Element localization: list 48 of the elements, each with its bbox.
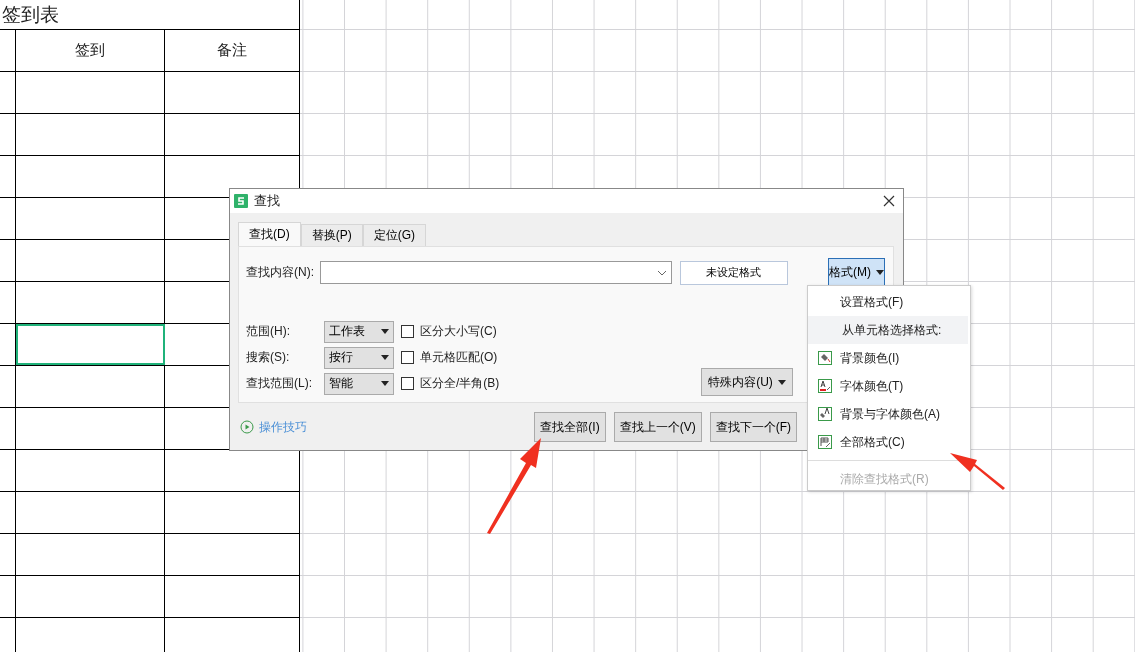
find-combobox[interactable] (320, 261, 673, 284)
checkbox-label: 区分大小写(C) (420, 323, 497, 340)
checkbox[interactable] (401, 325, 414, 338)
checkbox-label: 单元格匹配(O) (420, 349, 498, 366)
tab[interactable]: 替换(P) (300, 224, 363, 246)
menu-item[interactable]: 全部格式(C) (808, 428, 968, 456)
paint-bucket-icon (818, 351, 832, 365)
format-grid-icon (818, 435, 832, 449)
option-label: 范围(H): (246, 323, 291, 340)
selected-cell[interactable] (16, 324, 165, 365)
font-color-icon (818, 379, 832, 393)
dialog-button[interactable]: 查找上一个(V) (613, 412, 702, 442)
caret-icon (875, 270, 884, 275)
dialog-button[interactable]: 查找全部(I) (534, 412, 606, 442)
window-title: 查找 (254, 192, 281, 210)
option-dropdown[interactable]: 智能 (324, 372, 394, 395)
caret-icon (381, 329, 389, 334)
special-content-button[interactable]: 特殊内容(U) (701, 368, 793, 396)
format-status-button[interactable]: 未设定格式 (680, 260, 788, 285)
menu-item[interactable]: 背景与字体颜色(A) (808, 400, 968, 428)
font-bucket-icon (818, 407, 832, 421)
sheet-title: 签到表 (2, 3, 59, 26)
tab[interactable]: 查找(D) (238, 222, 301, 246)
menu-header: 从单元格选择格式: (808, 316, 968, 344)
menu-item[interactable]: 背景颜色(I) (808, 344, 968, 372)
app-logo-icon (234, 194, 248, 208)
caret-icon (381, 355, 389, 360)
tab[interactable]: 定位(G) (362, 224, 426, 246)
caret-icon (381, 381, 389, 386)
menu-item[interactable]: 设置格式(F) (808, 288, 968, 316)
option-dropdown[interactable]: 工作表 (324, 320, 394, 343)
dialog-button[interactable]: 查找下一个(F) (709, 412, 797, 442)
option-dropdown[interactable]: 按行 (324, 346, 394, 369)
menu-item[interactable]: 字体颜色(T) (808, 372, 968, 400)
find-label: 查找内容(N): (246, 264, 314, 281)
checkbox-label: 区分全/半角(B) (420, 375, 500, 392)
option-label: 搜索(S): (246, 349, 291, 366)
checkbox[interactable] (401, 351, 414, 364)
column-header: 签到 (16, 30, 165, 71)
caret-icon (777, 379, 786, 385)
annotation-arrow (950, 453, 1005, 490)
close-button[interactable] (881, 193, 897, 209)
format-button[interactable]: 格式(M) (827, 257, 885, 288)
checkbox[interactable] (401, 377, 414, 390)
option-label: 查找范围(L): (246, 375, 313, 392)
chevron-icon (657, 269, 668, 276)
play-icon (240, 420, 254, 434)
column-header: 备注 (216, 40, 248, 60)
